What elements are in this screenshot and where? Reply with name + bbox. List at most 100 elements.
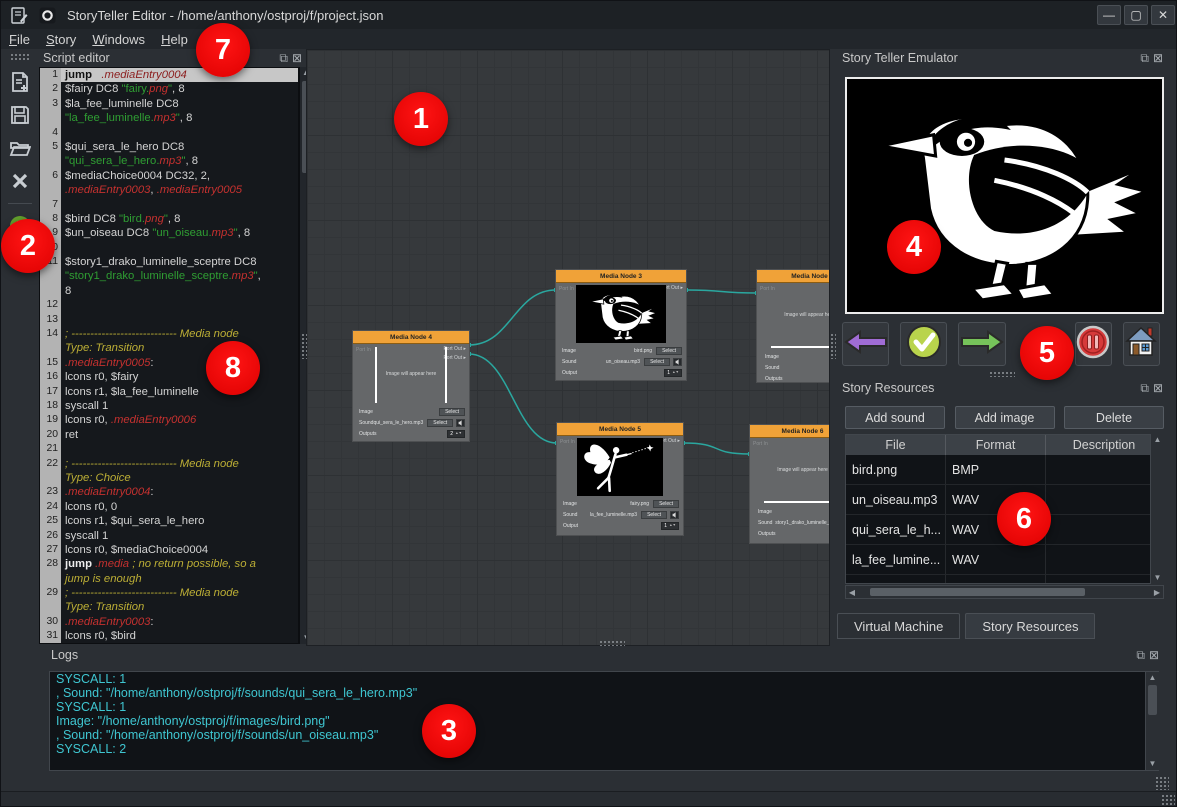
- back-button[interactable]: [842, 322, 889, 366]
- code-line[interactable]: 28jump .media ; no return possible, so a: [40, 557, 298, 571]
- float-panel-icon[interactable]: ⧉: [1136, 649, 1145, 661]
- float-panel-icon[interactable]: ⧉: [1140, 382, 1149, 394]
- scrollbar-thumb[interactable]: [870, 588, 1085, 596]
- code-line[interactable]: "la_fee_luminelle.mp3", 8: [40, 111, 298, 125]
- port-in-label[interactable]: Port In: [356, 347, 371, 353]
- toolbar-drag-handle[interactable]: [10, 53, 30, 60]
- new-document-icon[interactable]: [6, 68, 34, 96]
- speaker-icon[interactable]: [456, 419, 465, 427]
- close-panel-icon[interactable]: ⊠: [1153, 52, 1163, 64]
- save-icon[interactable]: [6, 101, 34, 129]
- close-panel-icon[interactable]: ⊠: [1149, 649, 1159, 661]
- code-line[interactable]: 4: [40, 126, 298, 140]
- code-line[interactable]: "story1_drako_luminelle_sceptre.mp3",: [40, 269, 298, 283]
- table-row[interactable]: la_fee_lumine...WAV: [846, 545, 1163, 575]
- code-line[interactable]: 10: [40, 241, 298, 255]
- media-node[interactable]: Media Node 4Port InPort Out ▸Port Out ▸I…: [353, 331, 469, 441]
- table-row[interactable]: fairy.pngBMP: [846, 575, 1163, 584]
- menu-windows[interactable]: Windows: [84, 31, 153, 48]
- splitter-handle[interactable]: [989, 371, 1015, 377]
- code-line[interactable]: 8: [40, 284, 298, 298]
- scroll-down-icon[interactable]: ▼: [1151, 572, 1164, 584]
- window-resize-grip[interactable]: [1161, 794, 1175, 806]
- column-header[interactable]: Description: [1046, 435, 1163, 455]
- code-line[interactable]: Type: Choice: [40, 471, 298, 485]
- code-line[interactable]: 7: [40, 198, 298, 212]
- node-title[interactable]: Media Node 3: [556, 270, 686, 283]
- code-line[interactable]: 30.mediaEntry0003:: [40, 615, 298, 629]
- add-sound-button[interactable]: Add sound: [845, 406, 945, 429]
- scroll-left-icon[interactable]: ◀: [846, 588, 858, 597]
- code-line[interactable]: 19lcons r0, .mediaEntry0006: [40, 413, 298, 427]
- menu-story[interactable]: Story: [38, 31, 84, 48]
- close-panel-icon[interactable]: ⊠: [1153, 382, 1163, 394]
- scroll-up-icon[interactable]: ▲: [1146, 672, 1159, 684]
- close-x-icon[interactable]: [6, 167, 34, 195]
- home-button[interactable]: [1123, 322, 1160, 366]
- code-line[interactable]: 26syscall 1: [40, 529, 298, 543]
- node-graph-canvas[interactable]: Media Node 4Port InPort Out ▸Port Out ▸I…: [306, 49, 830, 646]
- code-line[interactable]: 22; ---------------------------- Media n…: [40, 457, 298, 471]
- splitter-handle[interactable]: [301, 333, 307, 359]
- code-line[interactable]: 13: [40, 313, 298, 327]
- code-line[interactable]: 12: [40, 298, 298, 312]
- delete-button[interactable]: Delete: [1064, 406, 1164, 429]
- table-hscrollbar[interactable]: ◀ ▶: [845, 585, 1164, 599]
- code-line[interactable]: 2$fairy DC8 "fairy.png", 8: [40, 82, 298, 96]
- code-line[interactable]: Type: Transition: [40, 600, 298, 614]
- code-line[interactable]: 20ret: [40, 428, 298, 442]
- code-line[interactable]: 9$un_oiseau DC8 "un_oiseau.mp3", 8: [40, 226, 298, 240]
- media-node[interactable]: Media Node 5Port InPort Out ▸Imagefairy.…: [557, 423, 683, 535]
- tab-virtual-machine[interactable]: Virtual Machine: [837, 613, 960, 639]
- menu-help[interactable]: Help: [153, 31, 196, 48]
- code-line[interactable]: 18syscall 1: [40, 399, 298, 413]
- select-image-button[interactable]: Select: [656, 347, 682, 355]
- float-panel-icon[interactable]: ⧉: [279, 52, 288, 64]
- pause-button[interactable]: [1075, 322, 1112, 366]
- minimize-button[interactable]: —: [1097, 5, 1121, 25]
- code-line[interactable]: 21: [40, 442, 298, 456]
- media-node[interactable]: Media Node 3Port InPort Out ▸Imagebird.p…: [556, 270, 686, 380]
- output-spinner[interactable]: 1▲▼: [664, 369, 682, 377]
- splitter-handle[interactable]: [830, 333, 836, 359]
- ok-button[interactable]: [900, 322, 947, 366]
- media-node[interactable]: Media NodePort InImage will appear hereI…: [757, 270, 830, 382]
- open-folder-icon[interactable]: [6, 134, 34, 162]
- media-node[interactable]: Media Node 6Port InImage will appear her…: [750, 425, 830, 543]
- scroll-up-icon[interactable]: ▲: [1151, 434, 1164, 446]
- code-line[interactable]: 8$bird DC8 "bird.png", 8: [40, 212, 298, 226]
- logs-scrollbar[interactable]: ▲ ▼: [1145, 672, 1159, 770]
- code-line[interactable]: Type: Transition: [40, 341, 298, 355]
- table-scrollbar[interactable]: ▲ ▼: [1150, 434, 1164, 584]
- code-line[interactable]: 5$qui_sera_le_hero DC8: [40, 140, 298, 154]
- menu-file[interactable]: File: [1, 31, 38, 48]
- code-editor[interactable]: 1jump .mediaEntry00042$fairy DC8 "fairy.…: [39, 67, 299, 644]
- code-line[interactable]: 6$mediaChoice0004 DC32, 2,: [40, 169, 298, 183]
- column-header[interactable]: File: [846, 435, 946, 455]
- node-title[interactable]: Media Node 4: [353, 331, 469, 344]
- resize-grip[interactable]: [1155, 776, 1169, 790]
- select-image-button[interactable]: Select: [653, 500, 679, 508]
- scroll-right-icon[interactable]: ▶: [1151, 588, 1163, 597]
- code-line[interactable]: 24lcons r0, 0: [40, 500, 298, 514]
- scrollbar-thumb[interactable]: [1148, 685, 1157, 715]
- output-spinner[interactable]: 1▲▼: [661, 522, 679, 530]
- close-button[interactable]: ✕: [1151, 5, 1175, 25]
- tab-story-resources[interactable]: Story Resources: [965, 613, 1095, 639]
- node-title[interactable]: Media Node: [757, 270, 830, 283]
- column-header[interactable]: Format: [946, 435, 1046, 455]
- port-in-label[interactable]: Port In: [760, 286, 775, 292]
- logs-output[interactable]: SYSCALL: 1, Sound: "/home/anthony/ostpro…: [49, 671, 1159, 771]
- select-sound-button[interactable]: Select: [644, 358, 670, 366]
- scroll-down-icon[interactable]: ▼: [1146, 758, 1159, 770]
- speaker-icon[interactable]: [670, 511, 679, 519]
- code-line[interactable]: 11$story1_drako_luminelle_sceptre DC8: [40, 255, 298, 269]
- port-in-label[interactable]: Port In: [753, 441, 768, 447]
- code-line[interactable]: 29; ---------------------------- Media n…: [40, 586, 298, 600]
- code-line[interactable]: 14; ---------------------------- Media n…: [40, 327, 298, 341]
- close-panel-icon[interactable]: ⊠: [292, 52, 302, 64]
- output-spinner[interactable]: 2▲▼: [447, 430, 465, 438]
- table-row[interactable]: bird.pngBMP: [846, 455, 1163, 485]
- port-in-label[interactable]: Port In: [560, 439, 575, 445]
- code-line[interactable]: "qui_sera_le_hero.mp3", 8: [40, 154, 298, 168]
